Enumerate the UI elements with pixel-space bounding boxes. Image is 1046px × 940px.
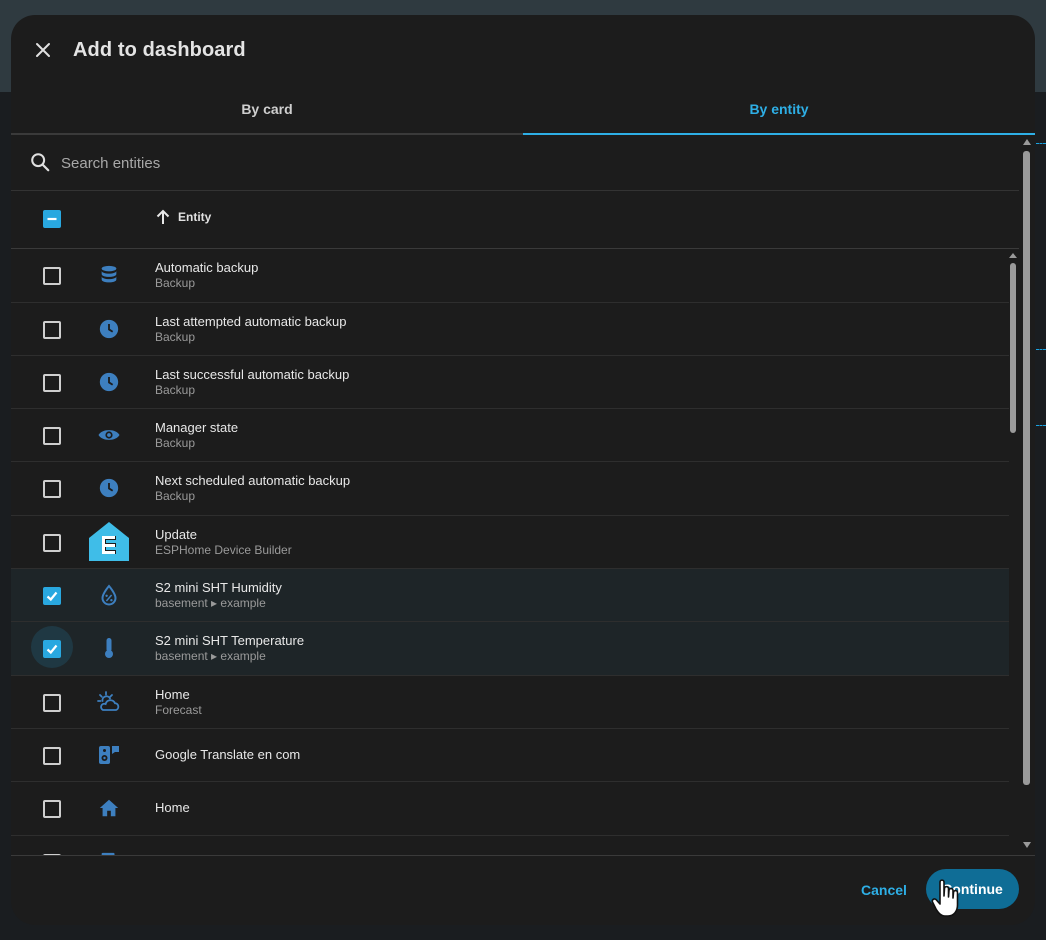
background-divider (1036, 349, 1046, 350)
minus-icon (47, 217, 57, 221)
check-icon (46, 591, 58, 602)
row-checkbox[interactable] (43, 427, 61, 445)
table-row[interactable]: Next scheduled automatic backup Backup (11, 462, 1009, 516)
list-scrollbar[interactable] (1008, 251, 1018, 855)
row-checkbox[interactable] (43, 587, 61, 605)
row-name: Google Translate en com (155, 747, 301, 762)
table-row[interactable] (11, 836, 1009, 855)
table-row[interactable]: Manager state Backup (11, 409, 1009, 462)
dialog-scrollbar[interactable] (1020, 135, 1034, 855)
add-to-dashboard-dialog: Add to dashboard By card By entity Entit… (11, 15, 1035, 925)
cancel-button[interactable]: Cancel (857, 878, 911, 902)
tab-by-card[interactable]: By card (11, 85, 523, 133)
row-subtitle: Backup (155, 276, 196, 290)
clock-icon (97, 370, 121, 394)
row-subtitle: ESPHome Device Builder (155, 543, 292, 557)
entity-list: Automatic backup Backup Last attempted a… (11, 249, 1009, 855)
table-row[interactable]: S2 mini SHT Humidity basement ▸ example (11, 569, 1009, 622)
table-row[interactable]: Last successful automatic backup Backup (11, 356, 1009, 409)
water-percent-icon (97, 583, 121, 607)
check-icon (46, 644, 58, 655)
scroll-up-arrow[interactable] (1009, 253, 1017, 258)
row-checkbox[interactable] (43, 321, 61, 339)
thermometer-icon (97, 636, 121, 660)
dialog-title: Add to dashboard (73, 39, 246, 61)
row-name: Home (155, 800, 190, 815)
scrollbar-thumb[interactable] (1023, 151, 1030, 785)
background-divider (1036, 425, 1046, 426)
search-icon (31, 153, 50, 172)
row-checkbox[interactable] (43, 480, 61, 498)
row-checkbox[interactable] (43, 374, 61, 392)
arrow-up-icon (156, 209, 170, 224)
row-name: Last successful automatic backup (155, 367, 350, 382)
table-header: Entity (11, 191, 1019, 249)
clock-icon (97, 476, 121, 500)
home-icon (97, 796, 121, 820)
select-all-checkbox[interactable] (43, 210, 61, 228)
row-subtitle: Forecast (155, 703, 202, 717)
hand-cursor-icon (931, 879, 959, 917)
scroll-down-arrow[interactable] (1023, 842, 1031, 848)
clock-icon (97, 317, 121, 341)
table-row[interactable]: Last attempted automatic backup Backup (11, 303, 1009, 356)
row-subtitle: basement ▸ example (155, 649, 266, 663)
row-subtitle: Backup (155, 436, 196, 450)
table-row[interactable]: Home (11, 782, 1009, 836)
table-row[interactable]: Update ESPHome Device Builder (11, 516, 1009, 569)
row-subtitle: basement ▸ example (155, 596, 266, 610)
background-divider (1036, 143, 1046, 144)
close-button[interactable] (31, 35, 55, 65)
eye-icon (97, 423, 121, 447)
esphome-logo-icon (88, 520, 130, 562)
row-checkbox[interactable] (43, 800, 61, 818)
row-name: Automatic backup (155, 260, 259, 275)
tab-bar: By card By entity (11, 85, 1035, 135)
sort-entity-column[interactable]: Entity (154, 208, 211, 226)
row-checkbox[interactable] (43, 534, 61, 552)
row-subtitle: Backup (155, 383, 196, 397)
row-checkbox[interactable] (43, 694, 61, 712)
row-name: S2 mini SHT Humidity (155, 580, 282, 595)
scrollbar-thumb[interactable] (1010, 263, 1016, 433)
close-icon (36, 43, 50, 57)
search-input[interactable] (59, 147, 963, 179)
row-checkbox[interactable] (43, 640, 61, 658)
row-subtitle: Backup (155, 489, 196, 503)
entity-column-label: Entity (178, 210, 212, 224)
row-name: Last attempted automatic backup (155, 314, 347, 329)
row-checkbox[interactable] (43, 267, 61, 285)
dialog-footer: Cancel Continue (11, 855, 1035, 925)
weather-partly-cloudy-icon (97, 690, 121, 714)
row-subtitle: Backup (155, 330, 196, 344)
tab-by-entity[interactable]: By entity (523, 85, 1035, 135)
dialog-header: Add to dashboard (11, 15, 1035, 85)
table-row[interactable]: Google Translate en com (11, 729, 1009, 782)
row-name: Manager state (155, 420, 239, 435)
table-row[interactable]: S2 mini SHT Temperature basement ▸ examp… (11, 622, 1009, 676)
row-checkbox[interactable] (43, 747, 61, 765)
search-bar (11, 135, 1019, 191)
table-row[interactable]: Automatic backup Backup (11, 249, 1009, 303)
row-name: Update (155, 527, 197, 542)
speaker-message-icon (97, 743, 121, 767)
row-name: Next scheduled automatic backup (155, 473, 351, 488)
scroll-up-arrow[interactable] (1023, 139, 1031, 145)
row-name: S2 mini SHT Temperature (155, 633, 305, 648)
table-row[interactable]: Home Forecast (11, 676, 1009, 729)
database-icon (97, 263, 121, 287)
row-name: Home (155, 687, 190, 702)
